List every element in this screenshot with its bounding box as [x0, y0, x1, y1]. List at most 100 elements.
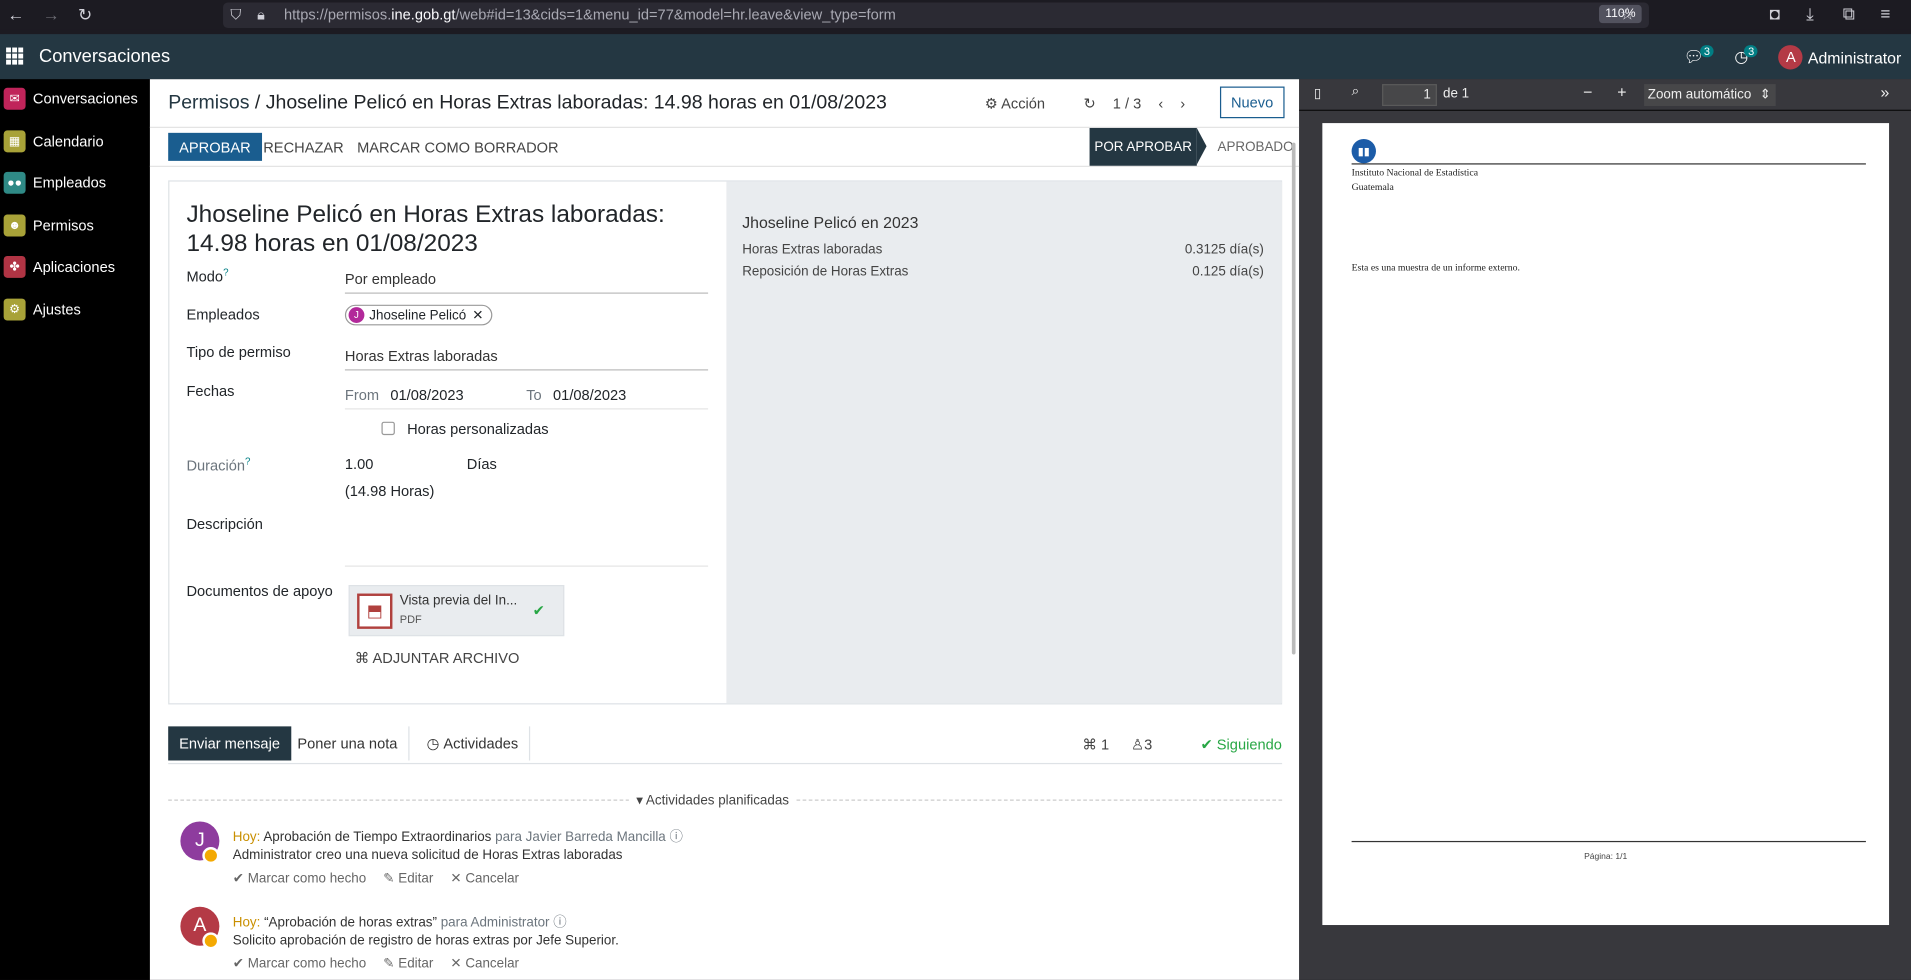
action-menu[interactable]: ⚙ Acción	[985, 95, 1045, 112]
sidebar-item-aplicaciones[interactable]: ✤ Aplicaciones	[3, 255, 115, 279]
zoom-out-icon[interactable]: −	[1583, 83, 1592, 101]
employee-tag[interactable]: J Jhoseline Pelicó ✕	[344, 304, 493, 326]
zoom-in-icon[interactable]: +	[1617, 83, 1626, 101]
lock-icon[interactable]: 🔒︎	[257, 6, 265, 24]
custom-hours-checkbox[interactable]	[381, 421, 395, 436]
stage-next[interactable]: APROBADO	[1218, 140, 1294, 155]
attachment-name: Vista previa del In...	[399, 593, 518, 609]
duration-unit: Días	[466, 455, 497, 473]
set-draft-button[interactable]: MARCAR COMO BORRADOR	[357, 139, 559, 156]
description-field[interactable]	[344, 565, 709, 567]
page-number-input[interactable]: 1	[1382, 84, 1437, 107]
employee-tag-label: Jhoseline Pelicó	[369, 307, 467, 323]
form-view: Permisos / Jhoseline Pelicó en Horas Ext…	[149, 79, 1300, 980]
pager-value[interactable]: 1 / 3	[1113, 95, 1141, 112]
mode-field[interactable]: Por empleado	[344, 271, 709, 294]
activities-systray[interactable]: ◷3	[1734, 45, 1761, 68]
bookmark-star-icon[interactable]: ☆	[1620, 4, 1635, 25]
activities-button[interactable]: ◷ Actividades	[416, 726, 531, 761]
pocket-icon[interactable]: ◘	[1770, 4, 1780, 24]
chevron-left-icon[interactable]: ‹	[1158, 95, 1163, 112]
info-icon[interactable]: ⓘ	[553, 915, 566, 930]
dates-field: From 01/08/2023 To 01/08/2023	[344, 386, 709, 410]
paperclip-icon: ⌘	[354, 649, 370, 667]
activity-header: Hoy: Aprobación de Tiempo Extraordinario…	[232, 829, 683, 845]
to-label: To	[526, 386, 542, 404]
planned-activities-toggle[interactable]: ▾ Actividades planificadas	[628, 792, 797, 809]
pdf-toolbar: ▯ ⌕ 1 de 1 − + Zoom automático ⇕ »	[1299, 79, 1911, 111]
forward-icon[interactable]: →	[43, 5, 60, 25]
zoom-select[interactable]: Zoom automático ⇕	[1644, 84, 1776, 107]
following-button[interactable]: ✔ Siguiendo	[1200, 736, 1281, 753]
approve-button[interactable]: APROBAR	[168, 132, 262, 161]
shield-icon[interactable]: ⛉	[230, 6, 241, 24]
sidebar-item-ajustes[interactable]: ⚙ Ajustes	[3, 297, 81, 321]
chat-icon: ✉	[3, 87, 26, 110]
reject-button[interactable]: RECHAZAR	[263, 139, 343, 156]
sidebar-item-permisos[interactable]: ☻ Permisos	[3, 213, 94, 237]
followers-count[interactable]: ♙3	[1131, 736, 1152, 753]
leave-type-field[interactable]: Horas Extras laboradas	[344, 347, 709, 371]
activity-header: Hoy: “Aprobación de horas extras” para A…	[232, 915, 567, 930]
ine-logo-icon: ▮▮	[1351, 138, 1376, 164]
search-icon[interactable]: ⌕	[1352, 84, 1360, 100]
more-tools-icon[interactable]: »	[1881, 83, 1890, 101]
url-text[interactable]: https://permisos.ine.gob.gt/web#id=13&ci…	[284, 6, 896, 23]
cancel-button[interactable]: ✕ Cancelar	[450, 870, 519, 886]
back-icon[interactable]: ←	[7, 5, 24, 25]
info-icon[interactable]: ⓘ	[669, 830, 682, 845]
breadcrumb-parent[interactable]: Permisos	[168, 93, 249, 114]
extensions-icon[interactable]: ⧉	[1843, 4, 1855, 25]
attachments-count[interactable]: ⌘ 1	[1082, 736, 1109, 753]
download-icon[interactable]: ⤓	[1806, 4, 1814, 25]
sidebar-item-calendario[interactable]: ▦ Calendario	[3, 129, 104, 153]
help-icon[interactable]: ?	[223, 267, 228, 278]
chatter-topbar: Enviar mensaje Poner una nota ◷ Activida…	[168, 724, 1283, 765]
mark-done-button[interactable]: ✔ Marcar como hecho	[233, 956, 366, 972]
sidebar-item-conversaciones[interactable]: ✉ Conversaciones	[3, 87, 138, 111]
sidebar-item-empleados[interactable]: ●● Empleados	[3, 171, 106, 195]
apps-menu-icon[interactable]	[6, 47, 24, 65]
dates-label: Fechas	[186, 382, 235, 400]
refresh-icon[interactable]: ↻	[1083, 95, 1095, 112]
send-message-button[interactable]: Enviar mensaje	[168, 726, 291, 761]
avatar: J	[348, 307, 365, 323]
edit-button[interactable]: ✎ Editar	[383, 956, 433, 972]
menu-icon[interactable]: ≡	[1881, 4, 1891, 24]
close-icon[interactable]: ✕	[472, 307, 483, 323]
sidebar-item-label: Conversaciones	[32, 90, 138, 108]
form-sheet: Jhoseline Pelicó en Horas Extras laborad…	[168, 180, 1283, 705]
stage-current[interactable]: POR APROBAR	[1089, 127, 1207, 166]
mark-done-button[interactable]: ✔ Marcar como hecho	[233, 870, 366, 886]
app-brand[interactable]: Conversaciones	[39, 46, 170, 67]
url-bar[interactable]: ⛉ 🔒︎ https://permisos.ine.gob.gt/web#id=…	[223, 2, 1649, 29]
new-button[interactable]: Nuevo	[1219, 86, 1285, 119]
divider	[1351, 840, 1866, 843]
page-total: de 1	[1443, 86, 1470, 102]
help-icon[interactable]: ?	[245, 456, 250, 467]
summary-row-value: 0.125 día(s)	[1192, 264, 1264, 280]
date-from-input[interactable]: 01/08/2023	[390, 386, 463, 403]
chevron-right-icon[interactable]: ›	[1180, 95, 1185, 112]
pdf-viewer: ▯ ⌕ 1 de 1 − + Zoom automático ⇕ » ▮▮ Ins…	[1299, 79, 1911, 980]
pdf-file-icon: ⬒	[357, 593, 393, 629]
log-note-button[interactable]: Poner una nota	[286, 726, 410, 761]
messages-systray[interactable]: 💬︎3	[1684, 45, 1718, 68]
duration-hours: (14.98 Horas)	[344, 482, 435, 500]
attachment-card[interactable]: ⬒ Vista previa del In... PDF ✔	[348, 585, 565, 637]
scrollbar[interactable]	[1291, 142, 1296, 655]
check-icon: ✔	[1200, 736, 1213, 754]
pager: ↻ 1 / 3 ‹ ›	[1083, 95, 1185, 112]
activity-type-icon	[202, 847, 220, 865]
date-to-input[interactable]: 01/08/2023	[553, 386, 626, 403]
user-menu[interactable]: A Administrator	[1778, 45, 1901, 70]
sidebar-toggle-icon[interactable]: ▯	[1314, 85, 1321, 102]
edit-button[interactable]: ✎ Editar	[383, 870, 433, 886]
clock-icon: ◷	[426, 734, 440, 752]
from-label: From	[344, 386, 380, 404]
reload-icon[interactable]: ↻	[78, 5, 92, 26]
summary-title: Jhoseline Pelicó en 2023	[742, 213, 919, 232]
org-name: Instituto Nacional de Estadística	[1351, 166, 1479, 178]
attach-file-button[interactable]: ⌘ ADJUNTAR ARCHIVO	[355, 650, 520, 667]
cancel-button[interactable]: ✕ Cancelar	[450, 956, 519, 972]
